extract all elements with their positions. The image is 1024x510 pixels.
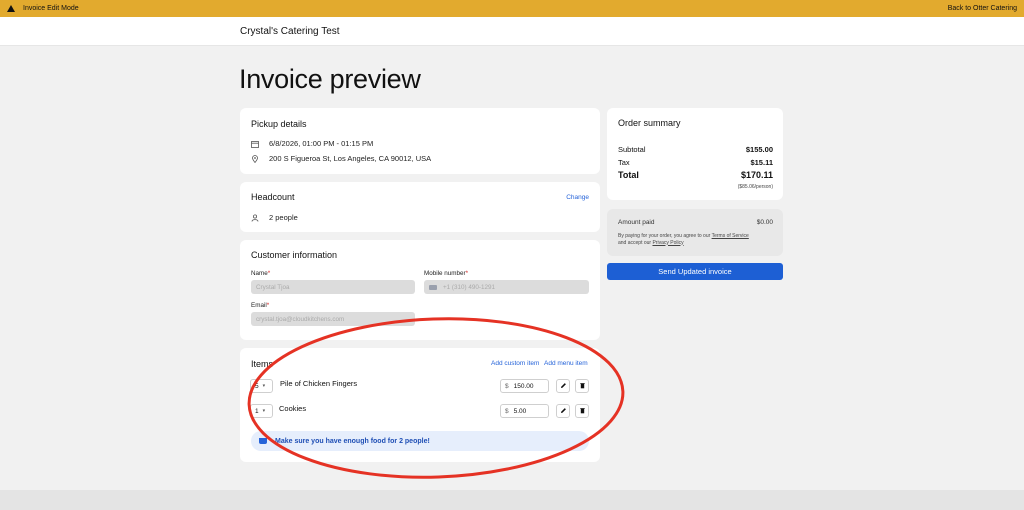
- banner-left: Invoice Edit Mode: [7, 5, 79, 12]
- pickup-details-card: Pickup details 6/8/2026, 01:00 PM - 01:1…: [240, 108, 600, 174]
- terms-text: By paying for your order, you agree to o…: [618, 233, 778, 246]
- cart-icon: [259, 438, 267, 444]
- amount-paid-label: Amount paid: [618, 219, 655, 226]
- terms-mid: and accept our: [618, 239, 653, 246]
- trash-icon: [579, 382, 586, 391]
- headcount-card: Headcount Change 2 people: [240, 182, 600, 232]
- name-label: Name*: [251, 270, 270, 277]
- required-mark: *: [465, 270, 469, 277]
- total-row: Total $170.11: [618, 170, 773, 180]
- amount-paid-value: $0.00: [756, 219, 773, 226]
- pickup-address: 200 S Figueroa St, Los Angeles, CA 90012…: [269, 154, 432, 163]
- email-field-value: crystal.tjoa@cloudkitchens.com: [256, 315, 345, 323]
- customer-info-card: Customer information Name* Crystal Tjoa …: [240, 240, 600, 340]
- calendar-icon: [251, 140, 259, 148]
- pencil-icon: [560, 407, 567, 416]
- amount-paid-card: Amount paid $0.00 By paying for your ord…: [607, 209, 783, 256]
- name-field-value: Crystal Tjoa: [256, 283, 290, 291]
- currency-symbol: $: [505, 407, 509, 415]
- edit-item-button[interactable]: [556, 404, 570, 418]
- items-card: Items Add custom item Add menu item 5 ▾ …: [240, 348, 600, 462]
- tax-label: Tax: [618, 158, 630, 167]
- pencil-icon: [560, 382, 567, 391]
- person-icon: [251, 213, 259, 222]
- item-quantity-value: 5: [255, 382, 259, 390]
- mobile-field-value: +1 (310) 490-1291: [443, 283, 495, 291]
- total-label: Total: [618, 170, 639, 180]
- back-to-otter-link[interactable]: Back to Otter Catering: [948, 5, 1017, 12]
- delete-item-button[interactable]: [575, 404, 589, 418]
- headcount-value: 2 people: [269, 213, 298, 222]
- location-pin-icon: [251, 154, 259, 163]
- item-name: Pile of Chicken Fingers: [280, 379, 358, 388]
- order-summary-card: Order summary Subtotal $155.00 Tax $15.1…: [607, 108, 783, 200]
- tax-row: Tax $15.11: [618, 158, 773, 167]
- edit-item-button[interactable]: [556, 379, 570, 393]
- send-updated-invoice-button[interactable]: Send Updated invoice: [607, 263, 783, 280]
- item-quantity-select[interactable]: 5 ▾: [250, 379, 273, 393]
- us-flag-icon: [429, 284, 437, 290]
- required-mark: *: [266, 302, 270, 309]
- item-name: Cookies: [279, 404, 307, 413]
- email-label-text: Email: [251, 302, 267, 309]
- subtotal-row: Subtotal $155.00: [618, 145, 773, 154]
- top-bar: Crystal's Catering Test: [0, 17, 1024, 46]
- item-quantity-value: 1: [255, 407, 259, 415]
- pickup-datetime-row: 6/8/2026, 01:00 PM - 01:15 PM: [251, 139, 373, 148]
- amount-paid-row: Amount paid $0.00: [618, 219, 773, 226]
- required-mark: *: [267, 270, 271, 277]
- add-custom-item-link[interactable]: Add custom item: [491, 360, 539, 367]
- total-value: $170.11: [740, 170, 773, 180]
- privacy-policy-link[interactable]: Privacy Policy: [652, 240, 683, 246]
- email-field[interactable]: crystal.tjoa@cloudkitchens.com: [251, 312, 415, 326]
- store-name: Crystal's Catering Test: [240, 26, 340, 37]
- mobile-field[interactable]: +1 (310) 490-1291: [424, 280, 589, 294]
- terms-of-service-link[interactable]: Terms of Service: [712, 233, 749, 239]
- banner-mode-label: Invoice Edit Mode: [23, 5, 79, 12]
- tax-value: $15.11: [750, 158, 773, 167]
- terms-prefix: By paying for your order, you agree to o…: [618, 233, 712, 239]
- item-price-value: 150.00: [513, 382, 534, 390]
- chevron-down-icon: ▾: [262, 408, 266, 414]
- page-title: Invoice preview: [239, 64, 421, 94]
- pickup-title: Pickup details: [251, 119, 307, 129]
- currency-symbol: $: [505, 382, 509, 390]
- name-field[interactable]: Crystal Tjoa: [251, 280, 415, 294]
- item-quantity-select[interactable]: 1 ▾: [250, 404, 273, 418]
- items-title: Items: [251, 359, 274, 369]
- change-headcount-link[interactable]: Change: [566, 194, 589, 201]
- item-price-input[interactable]: $ 5.00: [500, 404, 549, 418]
- email-label: Email*: [251, 302, 269, 309]
- subtotal-label: Subtotal: [618, 145, 646, 154]
- edit-mode-banner: Invoice Edit Mode Back to Otter Catering: [0, 0, 1024, 17]
- headcount-row: 2 people: [251, 213, 298, 222]
- trash-icon: [579, 407, 586, 416]
- chevron-down-icon: ▾: [262, 383, 266, 389]
- name-label-text: Name: [251, 270, 268, 277]
- mobile-label: Mobile number*: [424, 270, 468, 277]
- delete-item-button[interactable]: [575, 379, 589, 393]
- warning-icon: [7, 5, 15, 12]
- pickup-address-row: 200 S Figueroa St, Los Angeles, CA 90012…: [251, 154, 431, 163]
- notice-text: Make sure you have enough food for 2 peo…: [275, 437, 430, 445]
- summary-title: Order summary: [618, 118, 681, 128]
- page-footer: [0, 490, 1024, 510]
- customer-title: Customer information: [251, 250, 338, 260]
- item-price-value: 5.00: [513, 407, 527, 415]
- food-quantity-notice: Make sure you have enough food for 2 peo…: [251, 431, 589, 451]
- add-menu-item-link[interactable]: Add menu item: [544, 360, 588, 367]
- per-person-price: ($85.06/person): [737, 184, 773, 190]
- pickup-datetime: 6/8/2026, 01:00 PM - 01:15 PM: [269, 139, 374, 148]
- mobile-label-text: Mobile number: [424, 270, 466, 277]
- subtotal-value: $155.00: [745, 145, 773, 154]
- headcount-title: Headcount: [251, 192, 295, 202]
- item-price-input[interactable]: $ 150.00: [500, 379, 549, 393]
